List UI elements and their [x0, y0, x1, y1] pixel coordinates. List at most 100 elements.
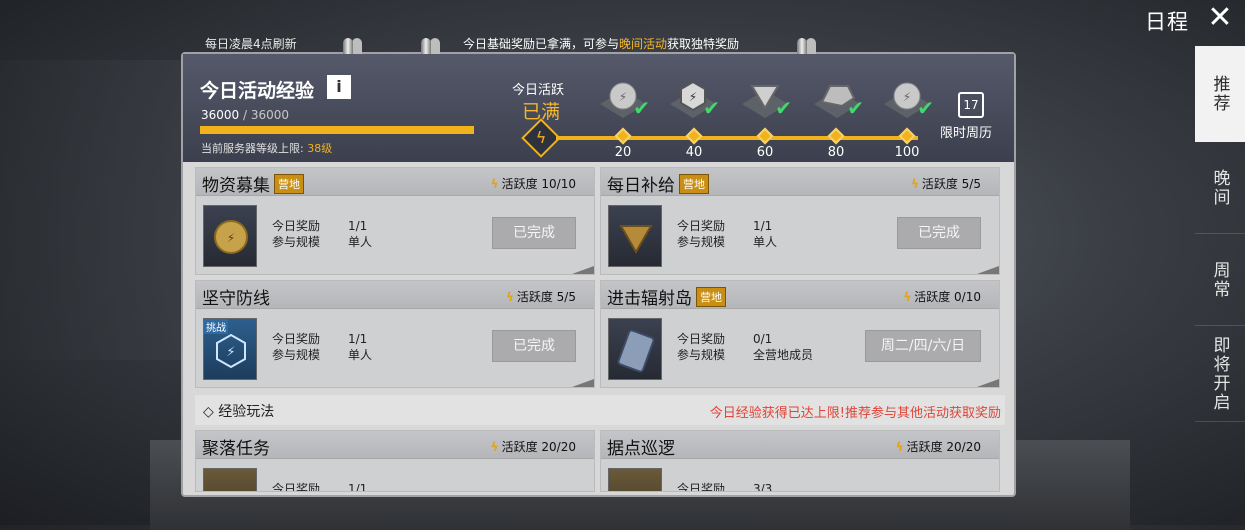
refresh-note: 每日凌晨4点刷新 — [205, 37, 297, 51]
device-icon — [608, 318, 662, 380]
emblem-reward-icon[interactable]: ✔ — [736, 74, 794, 124]
activity-value: ϟ 活跃度 0/10 — [903, 290, 981, 304]
check-icon: ✔ — [847, 96, 864, 120]
bolt-icon: ϟ — [895, 440, 904, 454]
ticket-icon — [608, 468, 662, 491]
emblem-icon — [608, 205, 662, 267]
exp-max: / 36000 — [239, 108, 290, 122]
card-title: 每日补给 营地 — [607, 171, 709, 196]
completed-button[interactable]: 已完成 — [897, 217, 981, 249]
server-cap-label: 当前服务器等级上限: — [201, 142, 308, 155]
schedule-title: 日程 — [1145, 10, 1189, 34]
card-header: 聚落任务 ϟ 活跃度 20/20 — [196, 431, 594, 459]
svg-text:⚡: ⚡ — [226, 345, 235, 360]
background-shelf — [0, 60, 200, 360]
completed-button[interactable]: 已完成 — [492, 217, 576, 249]
activity-card-radiation-island[interactable]: 进击辐射岛 营地 ϟ 活跃度 0/10 今日奖励 0/1 参与规模 全营地成员 周二/四… — [600, 280, 1000, 388]
server-cap: 当前服务器等级上限: 38级 — [201, 140, 332, 156]
card-title: 物资募集 营地 — [202, 171, 304, 196]
completed-button[interactable]: 已完成 — [492, 330, 576, 362]
evening-activity-link[interactable]: 晚间活动 — [619, 37, 667, 51]
milestone-number: 20 — [614, 145, 632, 160]
activity-value: ϟ 活跃度 5/5 — [910, 177, 981, 191]
right-tab-bar: 推荐 晚间 周常 即将开启 — [1195, 46, 1245, 426]
activity-card-patrol[interactable]: 据点巡逻 ϟ 活跃度 20/20 今日奖励 3/3 — [600, 430, 1000, 492]
card-details: 今日奖励 1/1 — [272, 482, 368, 492]
hex-reward-icon[interactable]: ⚡ ✔ — [664, 74, 722, 124]
coin-reward-icon[interactable]: ⚡ ✔ — [594, 74, 652, 124]
exp-gameplay-section: ◇ 经验玩法 今日经验获得已达上限!推荐参与其他活动获取奖励 — [195, 395, 1005, 425]
card-details: 今日奖励 1/1 参与规模 单人 — [272, 332, 373, 362]
activity-card-daily-supply[interactable]: 每日补给 营地 ϟ 活跃度 5/5 今日奖励 1/1 参与规模 单人 已完成 — [600, 167, 1000, 275]
top-bar: 日程 ✕ — [0, 0, 1245, 36]
activity-value: ϟ 活跃度 5/5 — [505, 290, 576, 304]
calendar-icon[interactable]: 17 — [958, 92, 984, 118]
card-header: 物资募集 营地 ϟ 活跃度 10/10 — [196, 168, 594, 196]
exp-cap-warning: 今日经验获得已达上限!推荐参与其他活动获取奖励 — [709, 406, 1001, 421]
camp-tag: 营地 — [274, 174, 304, 194]
card-header: 据点巡逻 ϟ 活跃度 20/20 — [601, 431, 999, 459]
activity-value: ϟ 活跃度 20/20 — [895, 440, 981, 454]
activity-value: ϟ 活跃度 20/20 — [490, 440, 576, 454]
svg-text:⚡: ⚡ — [903, 90, 911, 104]
card-corner — [977, 266, 999, 274]
card-header: 每日补给 营地 ϟ 活跃度 5/5 — [601, 168, 999, 196]
bolt-icon: ϟ — [490, 440, 499, 454]
card-title: 坚守防线 — [202, 289, 270, 309]
bolt-icon: ϟ — [903, 290, 912, 304]
activity-value: ϟ 活跃度 10/10 — [490, 177, 576, 191]
card-corner — [572, 266, 594, 274]
tab-upcoming[interactable]: 即将开启 — [1195, 326, 1245, 422]
svg-text:⚡: ⚡ — [619, 90, 627, 104]
camp-tag: 营地 — [696, 287, 726, 307]
svg-text:⚡: ⚡ — [227, 231, 235, 245]
tab-recommend[interactable]: 推荐 — [1195, 46, 1245, 142]
activity-card-supplies[interactable]: 物资募集 营地 ϟ 活跃度 10/10 ⚡ 今日奖励 1/1 参与规模 单人 已完成 — [195, 167, 595, 275]
activity-card-defense[interactable]: 坚守防线 ϟ 活跃度 5/5 ⚡ 挑战 今日奖励 1/1 参与规模 单人 已完成 — [195, 280, 595, 388]
notice-prefix: 今日基础奖励已拿满，可参与 — [463, 37, 620, 51]
calendar-label[interactable]: 限时周历 — [940, 122, 992, 141]
close-icon[interactable]: ✕ — [1205, 3, 1235, 34]
bolt-icon: ϟ — [505, 290, 514, 304]
tab-evening[interactable]: 晚间 — [1195, 142, 1245, 234]
exp-title: 今日活动经验 — [200, 80, 315, 102]
card-corner — [977, 379, 999, 387]
activity-track — [556, 136, 918, 140]
bolt-icon: ϟ — [490, 177, 499, 191]
shield-bolt-icon: ⚡ 挑战 — [203, 318, 257, 380]
svg-text:⚡: ⚡ — [689, 90, 697, 104]
card-title: 进击辐射岛 营地 — [607, 284, 726, 309]
top-notice: 今日基础奖励已拿满，可参与晚间活动获取独特奖励 — [463, 35, 739, 52]
card-header: 进击辐射岛 营地 ϟ 活跃度 0/10 — [601, 281, 999, 309]
bolt-icon: ϟ — [910, 177, 919, 191]
check-icon: ✔ — [633, 96, 650, 120]
coin-reward-icon[interactable]: ⚡ ✔ — [878, 74, 936, 124]
activity-card-settlement[interactable]: 聚落任务 ϟ 活跃度 20/20 今日奖励 1/1 — [195, 430, 595, 492]
milestone-number: 60 — [756, 145, 774, 160]
card-details: 今日奖励 1/1 参与规模 单人 — [677, 219, 778, 249]
exp-value: 36000 / 36000 — [201, 108, 289, 122]
card-details: 今日奖励 0/1 参与规模 全营地成员 — [677, 332, 814, 362]
card-details: 今日奖励 3/3 — [677, 482, 773, 492]
server-cap-level: 38级 — [307, 142, 333, 155]
card-corner — [572, 379, 594, 387]
info-icon[interactable]: i — [327, 75, 351, 99]
coin-icon: ⚡ — [203, 205, 257, 267]
exp-current: 36000 — [201, 108, 240, 122]
schedule-days-button[interactable]: 周二/四/六/日 — [865, 330, 981, 362]
milestone-number: 80 — [827, 145, 845, 160]
ticket-icon — [203, 468, 257, 491]
section-title: ◇ 经验玩法 — [203, 404, 275, 420]
challenge-badge: 挑战 — [204, 319, 228, 334]
ingot-reward-icon[interactable]: ✔ — [808, 74, 866, 124]
today-activity-label: 今日活跃 — [512, 83, 565, 98]
milestone-number: 40 — [685, 145, 703, 160]
milestone-number: 100 — [894, 145, 920, 160]
card-title: 据点巡逻 — [607, 439, 675, 459]
card-details: 今日奖励 1/1 参与规模 单人 — [272, 219, 373, 249]
notice-suffix: 获取独特奖励 — [667, 37, 740, 51]
check-icon: ✔ — [703, 96, 720, 120]
camp-tag: 营地 — [679, 174, 709, 194]
tab-weekly[interactable]: 周常 — [1195, 234, 1245, 326]
check-icon: ✔ — [775, 96, 792, 120]
